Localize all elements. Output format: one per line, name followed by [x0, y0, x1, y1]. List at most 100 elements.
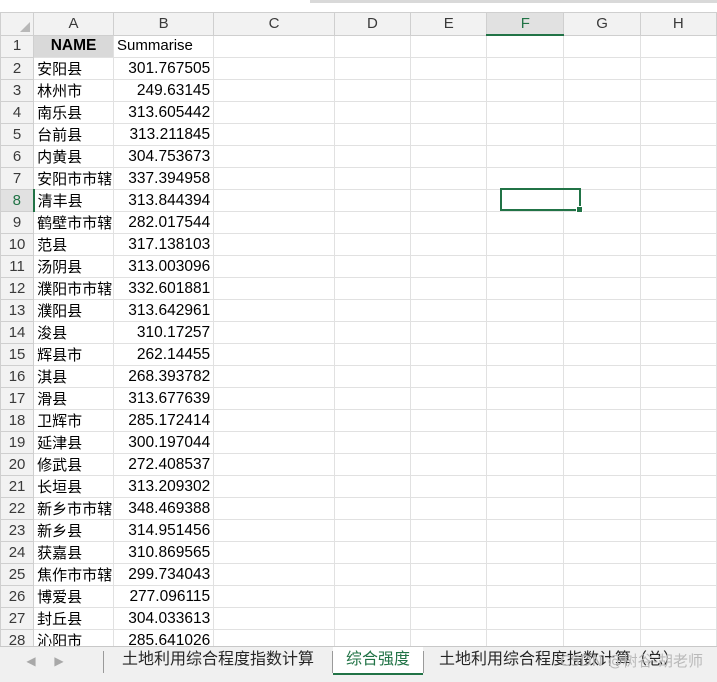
- row-header[interactable]: 6: [0, 145, 35, 168]
- cell[interactable]: [213, 145, 335, 168]
- cell[interactable]: [639, 189, 717, 212]
- cell[interactable]: [410, 167, 488, 190]
- cell[interactable]: [410, 233, 488, 256]
- cell[interactable]: [213, 453, 335, 476]
- cell[interactable]: [410, 277, 488, 300]
- cell[interactable]: [486, 497, 565, 520]
- cell[interactable]: [333, 233, 412, 256]
- cell-value[interactable]: 304.033613: [113, 607, 215, 630]
- cell[interactable]: [410, 563, 488, 586]
- cell[interactable]: [486, 431, 565, 454]
- cell[interactable]: [333, 79, 412, 102]
- cell[interactable]: [486, 101, 565, 124]
- cell-value[interactable]: 282.017544: [113, 211, 215, 234]
- cell[interactable]: [333, 167, 412, 190]
- cell[interactable]: [213, 277, 335, 300]
- cell[interactable]: [639, 101, 717, 124]
- cell[interactable]: [333, 321, 412, 344]
- row-header[interactable]: 27: [0, 607, 35, 630]
- cell-value[interactable]: 285.172414: [113, 409, 215, 432]
- cell[interactable]: [486, 211, 565, 234]
- cell[interactable]: [563, 255, 641, 278]
- row-header[interactable]: 21: [0, 475, 35, 498]
- row-header[interactable]: 24: [0, 541, 35, 564]
- cell[interactable]: [213, 409, 335, 432]
- cell-value[interactable]: 348.469388: [113, 497, 215, 520]
- cell-name[interactable]: 台前县: [33, 123, 115, 146]
- cell-summarise-header[interactable]: Summarise: [113, 34, 215, 58]
- cell[interactable]: [333, 145, 412, 168]
- cell[interactable]: [213, 541, 335, 564]
- cell[interactable]: [486, 585, 565, 608]
- cell[interactable]: [639, 387, 717, 410]
- cell[interactable]: [563, 365, 641, 388]
- row-header[interactable]: 18: [0, 409, 35, 432]
- cell[interactable]: [333, 409, 412, 432]
- select-all-corner[interactable]: [0, 12, 35, 36]
- cell[interactable]: [213, 475, 335, 498]
- cell[interactable]: [639, 475, 717, 498]
- cell[interactable]: [639, 123, 717, 146]
- cell[interactable]: [486, 34, 565, 58]
- row-header[interactable]: 3: [0, 79, 35, 102]
- cell[interactable]: [410, 541, 488, 564]
- cell[interactable]: [486, 343, 565, 366]
- cell-value[interactable]: 310.17257: [113, 321, 215, 344]
- cell-value[interactable]: 313.003096: [113, 255, 215, 278]
- cell[interactable]: [213, 519, 335, 542]
- cell[interactable]: [486, 123, 565, 146]
- cell[interactable]: [486, 629, 565, 646]
- column-header-d[interactable]: D: [333, 12, 412, 36]
- cell[interactable]: [486, 299, 565, 322]
- cell[interactable]: [410, 497, 488, 520]
- row-header[interactable]: 5: [0, 123, 35, 146]
- cell[interactable]: [563, 189, 641, 212]
- cell[interactable]: [563, 101, 641, 124]
- cell[interactable]: [639, 541, 717, 564]
- cell[interactable]: [563, 563, 641, 586]
- cell[interactable]: [333, 343, 412, 366]
- row-header[interactable]: 2: [0, 57, 35, 80]
- cell[interactable]: [333, 629, 412, 646]
- cell[interactable]: [213, 34, 335, 58]
- cell[interactable]: [639, 453, 717, 476]
- cell[interactable]: [410, 607, 488, 630]
- cell[interactable]: [410, 585, 488, 608]
- cell-name[interactable]: 林州市: [33, 79, 115, 102]
- cell[interactable]: [333, 101, 412, 124]
- row-header[interactable]: 22: [0, 497, 35, 520]
- cell[interactable]: [563, 123, 641, 146]
- cell-name[interactable]: 博爱县: [33, 585, 115, 608]
- cell[interactable]: [213, 607, 335, 630]
- cell[interactable]: [563, 145, 641, 168]
- cell[interactable]: [563, 409, 641, 432]
- cell[interactable]: [333, 607, 412, 630]
- cell[interactable]: [486, 387, 565, 410]
- cell[interactable]: [563, 475, 641, 498]
- row-header[interactable]: 16: [0, 365, 35, 388]
- cell-name[interactable]: 辉县市: [33, 343, 115, 366]
- cell[interactable]: [333, 211, 412, 234]
- cell[interactable]: [410, 189, 488, 212]
- cell[interactable]: [486, 277, 565, 300]
- cell[interactable]: [639, 321, 717, 344]
- cell-value[interactable]: 301.767505: [113, 57, 215, 80]
- cell[interactable]: [333, 541, 412, 564]
- cell-value[interactable]: 313.844394: [113, 189, 215, 212]
- cell[interactable]: [486, 563, 565, 586]
- cell-name[interactable]: 滑县: [33, 387, 115, 410]
- cell[interactable]: [639, 277, 717, 300]
- cell-value[interactable]: 299.734043: [113, 563, 215, 586]
- cell[interactable]: [410, 431, 488, 454]
- cell[interactable]: [410, 123, 488, 146]
- cell[interactable]: [639, 519, 717, 542]
- cell-value[interactable]: 272.408537: [113, 453, 215, 476]
- cell-value[interactable]: 268.393782: [113, 365, 215, 388]
- cell[interactable]: [410, 255, 488, 278]
- cell[interactable]: [563, 321, 641, 344]
- cell[interactable]: [486, 541, 565, 564]
- cell-value[interactable]: 337.394958: [113, 167, 215, 190]
- cell[interactable]: [639, 629, 717, 646]
- cell[interactable]: [563, 519, 641, 542]
- spreadsheet-grid[interactable]: ABCDEFGH 1 NAME Summarise 2 安阳县 301.767505…: [0, 12, 717, 646]
